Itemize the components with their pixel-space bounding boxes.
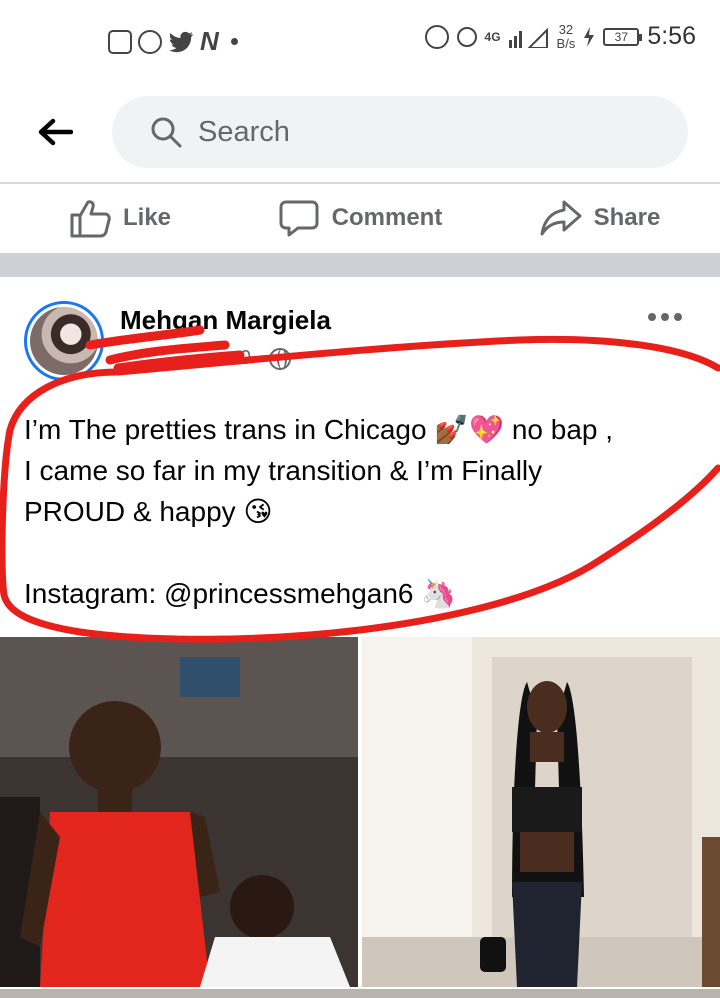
signal-icon (508, 27, 548, 48)
author-avatar-story-ring[interactable] (24, 301, 104, 381)
search-placeholder: Search (198, 115, 290, 148)
post-body-text: I’m The pretties trans in Chicago 💅🏾💖 no… (24, 409, 704, 614)
more-dot-icon (648, 313, 656, 321)
post-meta: 0 · (120, 347, 292, 370)
photo-woman-standing (362, 637, 720, 987)
share-button[interactable]: Share (480, 184, 720, 252)
speed-unit: B/s (556, 35, 576, 51)
share-icon (540, 200, 582, 236)
post-text-line: PROUD & happy 😘 (24, 496, 273, 527)
search-input[interactable]: Search (112, 96, 688, 168)
share-label: Share (593, 204, 661, 231)
feed-divider (0, 253, 720, 277)
next-photo-row-preview (0, 989, 720, 998)
post-text-line: I came so far in my transition & I’m Fin… (24, 455, 543, 486)
twitter-icon (169, 31, 193, 52)
like-button[interactable]: Like (0, 184, 240, 252)
post-text-line: Instagram: @princessmehgan6 🦄 (24, 578, 457, 609)
status-bar: N 4G 32 B/s 37 5:56 (0, 0, 720, 80)
comment-icon (279, 200, 319, 237)
network-type: 4G (484, 29, 501, 44)
avatar (30, 307, 98, 375)
data-saver-icon (456, 26, 477, 47)
notification-icons: N (108, 26, 238, 57)
like-label: Like (122, 204, 172, 231)
thumbs-up-icon (70, 200, 111, 238)
post-photo-grid (0, 637, 720, 987)
search-icon (151, 117, 182, 148)
whatsapp-icon (138, 29, 162, 54)
back-button[interactable] (30, 110, 80, 154)
comment-button[interactable]: Comment (240, 184, 480, 252)
post-photo[interactable] (362, 637, 720, 987)
globe-icon (269, 347, 292, 370)
post-author-name[interactable]: Mehgan Margiela (120, 305, 331, 336)
notification-box-icon (108, 29, 132, 54)
comment-label: Comment (331, 204, 443, 231)
n-app-icon: N (200, 26, 219, 56)
more-dot-icon (661, 313, 669, 321)
post-options-button[interactable] (648, 313, 682, 321)
system-status: 4G 32 B/s 37 5:56 (424, 21, 696, 51)
battery-indicator: 37 (603, 27, 643, 46)
post-timestamp-partial: 0 · (240, 347, 264, 369)
post-action-bar: Like Comment Share (0, 184, 720, 252)
charging-icon (584, 26, 595, 47)
back-arrow-icon (38, 118, 73, 146)
clock: 5:56 (647, 22, 696, 50)
network-speed: 32 B/s (556, 21, 576, 51)
post-photo[interactable] (0, 637, 358, 987)
photo-child-in-red-shirt (0, 637, 358, 987)
post-card: Mehgan Margiela 0 · I’m The pretties tra… (0, 277, 720, 998)
more-dot-icon (674, 313, 682, 321)
speed-value: 32 (558, 21, 574, 37)
post-text-line: I’m The pretties trans in Chicago 💅🏾💖 no… (24, 414, 614, 445)
alarm-icon (424, 24, 449, 49)
more-notifications-dot (230, 38, 238, 45)
app-header: Search (0, 80, 720, 184)
